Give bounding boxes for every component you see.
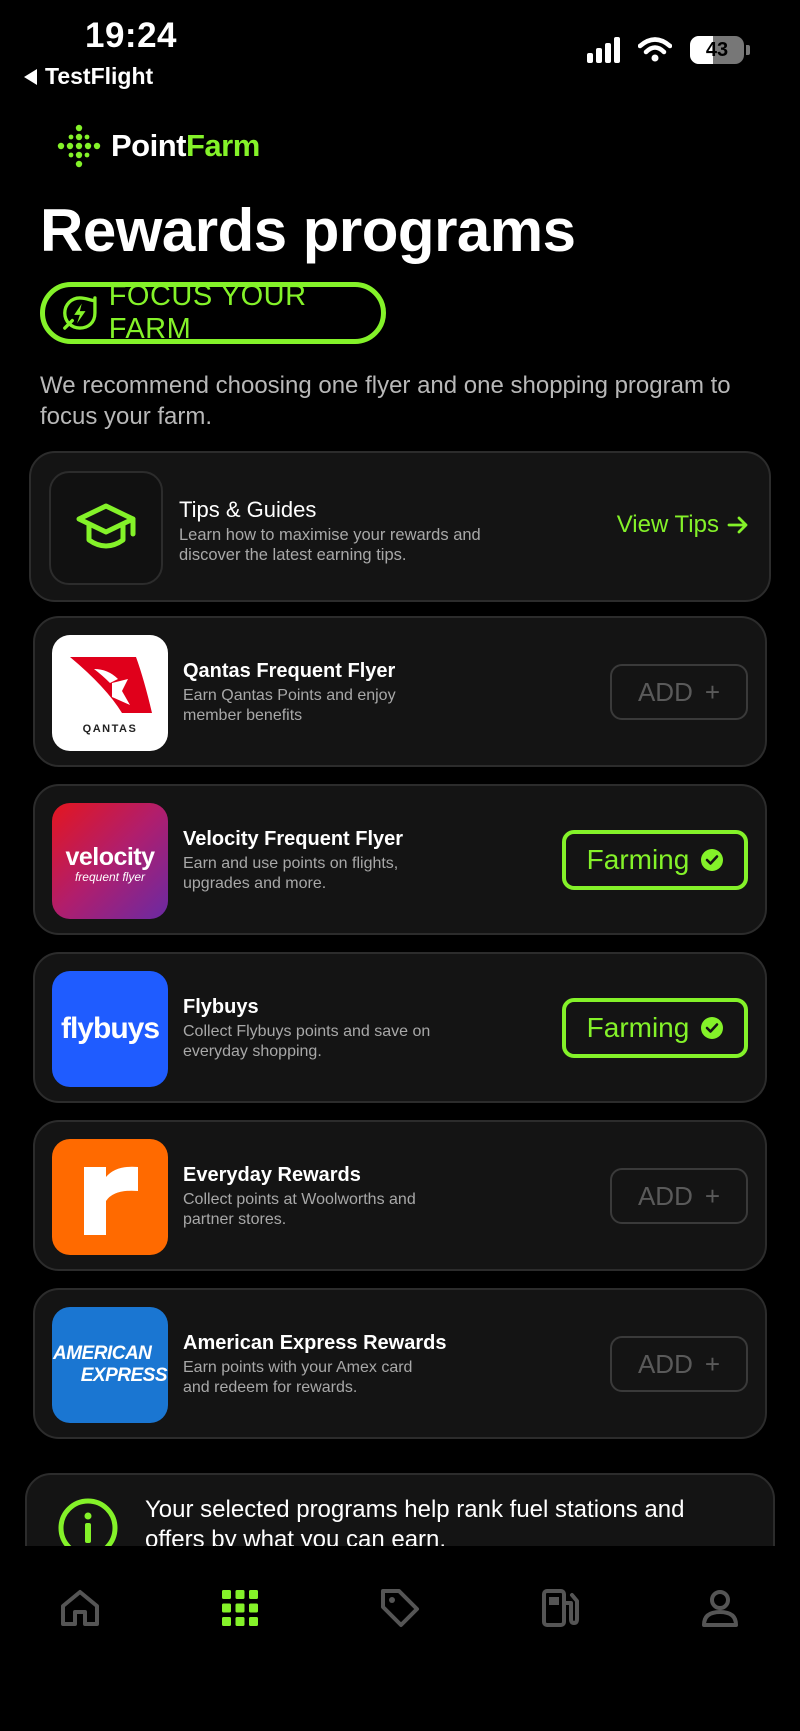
- check-circle-icon: [701, 1017, 724, 1039]
- plus-icon: +: [704, 1348, 721, 1379]
- wifi-icon: [638, 37, 672, 62]
- view-tips-label: View Tips: [616, 511, 719, 538]
- program-card-qantas[interactable]: QANTAS Qantas Frequent Flyer Earn Qantas…: [33, 616, 767, 767]
- arrow-right-icon: [727, 516, 748, 534]
- program-card-everyday-rewards[interactable]: r Everyday Rewards Collect points at Woo…: [33, 1120, 767, 1271]
- program-description: Collect points at Woolworths and partner…: [183, 1191, 416, 1228]
- program-card-amex[interactable]: AMERICAN EXPRESS American Express Reward…: [33, 1288, 767, 1439]
- velocity-logo: velocity frequent flyer: [52, 803, 168, 919]
- tips-icon-box: [49, 471, 163, 585]
- page-title: Rewards programs: [40, 197, 576, 264]
- program-name: Everyday Rewards: [183, 1164, 361, 1186]
- home-icon: [61, 1590, 99, 1626]
- nav-home[interactable]: [50, 1578, 110, 1638]
- add-amex-button[interactable]: ADD +: [610, 1336, 748, 1392]
- nav-profile[interactable]: [690, 1578, 750, 1638]
- amex-logo-text: AMERICAN: [53, 1343, 152, 1364]
- bottom-navigation: [0, 1546, 800, 1731]
- profile-icon: [702, 1590, 738, 1627]
- add-label: ADD: [637, 1348, 693, 1379]
- farming-flybuys-button[interactable]: Farming: [562, 998, 748, 1058]
- add-everyday-rewards-button[interactable]: ADD +: [610, 1168, 748, 1224]
- back-triangle-icon: [24, 68, 37, 85]
- tips-description: Learn how to maximise your rewards and d…: [179, 526, 481, 564]
- velocity-logo-text: velocity: [65, 842, 155, 871]
- status-bar: 19:24 TestFlight 43: [0, 0, 800, 95]
- flybuys-logo: flybuys: [52, 971, 168, 1087]
- program-description: Collect Flybuys points and save on every…: [183, 1023, 431, 1060]
- qantas-logo: QANTAS: [52, 635, 168, 751]
- nav-fuel[interactable]: [530, 1578, 590, 1638]
- program-card-flybuys[interactable]: flybuys Flybuys Collect Flybuys points a…: [33, 952, 767, 1103]
- farming-label: Farming: [586, 1012, 690, 1043]
- program-name: Flybuys: [183, 996, 259, 1018]
- amex-logo: AMERICAN EXPRESS: [52, 1307, 168, 1423]
- add-label: ADD: [637, 676, 693, 707]
- signal-icon: [587, 37, 620, 63]
- clock: 19:24: [85, 16, 178, 55]
- plus-icon: +: [704, 676, 721, 707]
- program-card-velocity[interactable]: velocity frequent flyer Velocity Frequen…: [33, 784, 767, 935]
- back-app-label: TestFlight: [45, 63, 154, 89]
- program-description: Earn Qantas Points and enjoy member bene…: [183, 687, 396, 724]
- everyday-rewards-logo: r: [52, 1139, 168, 1255]
- nav-offers[interactable]: [370, 1578, 430, 1638]
- app-logo: PointFarm: [57, 124, 260, 168]
- nav-programs[interactable]: [210, 1578, 270, 1638]
- graduation-cap-icon: [76, 503, 136, 549]
- plus-icon: +: [704, 1180, 721, 1211]
- add-label: ADD: [637, 1180, 693, 1211]
- farming-velocity-button[interactable]: Farming: [562, 830, 748, 890]
- view-tips-link[interactable]: View Tips: [617, 511, 749, 539]
- amex-logo-subtext: EXPRESS: [80, 1365, 168, 1386]
- focus-your-farm-badge[interactable]: FOCUS YOUR FARM: [40, 280, 386, 345]
- logo-word-point: Point: [111, 128, 187, 163]
- add-qantas-button[interactable]: ADD +: [610, 664, 748, 720]
- logo-wordmark: PointFarm: [111, 128, 260, 164]
- leaf-bolt-icon: [63, 296, 97, 330]
- program-description: Earn and use points on flights, upgrades…: [183, 855, 399, 892]
- logo-word-farm: Farm: [186, 128, 260, 163]
- back-to-app-button[interactable]: TestFlight: [24, 63, 153, 90]
- program-name: Velocity Frequent Flyer: [183, 828, 404, 850]
- flybuys-logo-text: flybuys: [60, 1012, 160, 1045]
- intro-text: We recommend choosing one flyer and one …: [40, 372, 731, 430]
- check-circle-icon: [701, 849, 724, 871]
- program-description: Earn points with your Amex card and rede…: [183, 1359, 413, 1396]
- program-name: American Express Rewards: [183, 1332, 447, 1354]
- focus-badge-label: FOCUS YOUR FARM: [108, 280, 307, 345]
- fuel-icon: [542, 1589, 579, 1627]
- tag-icon: [381, 1589, 419, 1627]
- battery-icon: 43: [690, 36, 744, 64]
- grid-icon: [222, 1590, 258, 1626]
- tips-title: Tips & Guides: [179, 497, 317, 522]
- tips-guides-card[interactable]: Tips & Guides Learn how to maximise your…: [29, 451, 771, 602]
- program-name: Qantas Frequent Flyer: [183, 660, 396, 682]
- battery-level: 43: [705, 38, 729, 61]
- point-farm-logo-icon: [57, 124, 101, 168]
- qantas-logo-text: QANTAS: [83, 723, 138, 735]
- farming-label: Farming: [586, 844, 690, 875]
- velocity-logo-subtext: frequent flyer: [74, 869, 146, 884]
